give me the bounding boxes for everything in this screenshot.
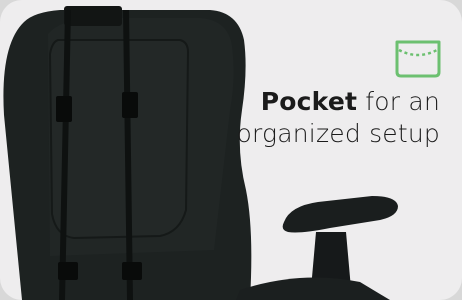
feature-card: Pocket for an organized setup: [0, 0, 462, 300]
pocket-icon: [395, 40, 441, 78]
armrest-pad: [282, 196, 398, 233]
back-pocket: [48, 39, 190, 240]
caption-line-1: Pocket for an: [200, 86, 440, 118]
right-strap: [123, 9, 133, 300]
caption-line-1-rest: for an: [357, 87, 440, 116]
feature-highlight: Pocket: [260, 87, 358, 116]
feature-caption: Pocket for an organized setup: [200, 86, 440, 150]
chair-seat: [236, 277, 390, 300]
caption-line-2: organized setup: [236, 119, 440, 148]
